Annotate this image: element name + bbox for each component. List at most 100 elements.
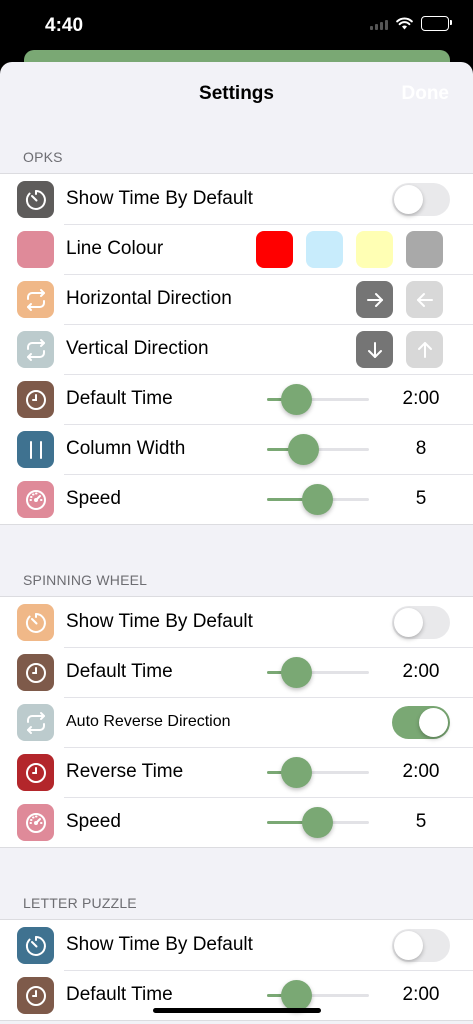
columns-icon — [17, 431, 54, 468]
swatch-blue[interactable] — [306, 231, 343, 268]
wifi-icon — [396, 17, 413, 30]
slider-value: 5 — [415, 488, 427, 509]
settings-row: Column Width 8 — [0, 424, 473, 474]
row-label: Default Time — [66, 661, 173, 682]
slider[interactable] — [267, 434, 369, 465]
slider-thumb[interactable] — [280, 757, 312, 788]
row-label: Line Colour — [66, 238, 164, 259]
swatch-red[interactable] — [256, 231, 293, 268]
section-header: LETTER PUZZLE — [23, 895, 137, 911]
slider[interactable] — [267, 807, 369, 838]
clock-icon — [17, 754, 54, 791]
settings-row: Show Time By Default — [0, 597, 473, 647]
slider-thumb[interactable] — [280, 657, 312, 688]
right-arrow-button[interactable] — [356, 281, 393, 318]
row-label: Horizontal Direction — [66, 288, 232, 309]
repeat-icon — [17, 331, 54, 368]
settings-row: Default Time 2:00 — [0, 374, 473, 424]
row-label: Show Time By Default — [66, 934, 253, 955]
slider[interactable] — [267, 657, 369, 688]
down-arrow-icon — [365, 340, 385, 360]
speedometer-icon — [17, 804, 54, 841]
row-label: Reverse Time — [66, 761, 184, 782]
settings-row: Vertical Direction — [0, 324, 473, 374]
settings-row: Show Time By Default — [0, 174, 473, 224]
slider-thumb[interactable] — [301, 807, 333, 838]
row-label: Show Time By Default — [66, 188, 253, 209]
clock-icon — [17, 977, 54, 1014]
row-label: Speed — [66, 488, 121, 509]
left-arrow-icon — [415, 290, 435, 310]
slider[interactable] — [267, 980, 369, 1011]
section-header: SPINNING WHEEL — [23, 572, 148, 588]
status-icons — [370, 16, 452, 31]
row-label: Vertical Direction — [66, 338, 209, 359]
slider-value: 2:00 — [402, 761, 440, 782]
slider-thumb[interactable] — [280, 384, 312, 415]
settings-sheet: Settings Done OPKS Show Time By Default Li… — [0, 62, 473, 1024]
settings-row: Default Time 2:00 — [0, 647, 473, 697]
done-button[interactable]: Done — [402, 83, 450, 105]
speedometer-icon — [17, 481, 54, 518]
color-swatch-icon — [17, 231, 54, 268]
settings-list: OPKS Show Time By Default Line Colour Horiz… — [0, 126, 473, 1021]
settings-row: Horizontal Direction — [0, 274, 473, 324]
settings-row: Show Time By Default — [0, 920, 473, 970]
slider-value: 2:00 — [402, 388, 440, 409]
row-label: Column Width — [66, 438, 186, 459]
settings-group: Show Time By Default Default Time 2:00 — [0, 919, 473, 1021]
slider-thumb[interactable] — [301, 484, 333, 515]
status-bar: 4:40 — [0, 0, 473, 52]
up-arrow-icon — [415, 340, 435, 360]
toggle-switch[interactable] — [392, 183, 450, 216]
toggle-knob — [394, 931, 423, 960]
cellular-signal-icon — [370, 18, 388, 30]
slider[interactable] — [267, 757, 369, 788]
toggle-switch[interactable] — [392, 706, 450, 739]
toggle-knob — [394, 608, 423, 637]
slider[interactable] — [267, 384, 369, 415]
timer-icon — [17, 927, 54, 964]
repeat-icon — [17, 704, 54, 741]
settings-group: Show Time By Default Default Time 2:00 Auto… — [0, 596, 473, 848]
section-header: OPKS — [23, 149, 63, 165]
settings-row: Speed 5 — [0, 474, 473, 524]
swatch-yellow[interactable] — [356, 231, 393, 268]
slider-value: 2:00 — [402, 984, 440, 1005]
slider-value: 2:00 — [402, 661, 440, 682]
clock-icon — [17, 381, 54, 418]
slider-value: 5 — [415, 811, 427, 832]
repeat-icon — [17, 281, 54, 318]
row-label: Auto Reverse Direction — [66, 713, 231, 730]
row-label: Show Time By Default — [66, 611, 253, 632]
up-arrow-button[interactable] — [406, 331, 443, 368]
right-arrow-icon — [365, 290, 385, 310]
slider-value: 8 — [415, 438, 427, 459]
clock-icon — [17, 654, 54, 691]
timer-icon — [17, 604, 54, 641]
slider-thumb[interactable] — [287, 434, 319, 465]
settings-row: Reverse Time 2:00 — [0, 747, 473, 797]
row-label: Speed — [66, 811, 121, 832]
timer-icon — [17, 181, 54, 218]
settings-group: Show Time By Default Line Colour Horizonta… — [0, 173, 473, 525]
slider-thumb[interactable] — [280, 980, 312, 1011]
settings-row: Line Colour — [0, 224, 473, 274]
home-indicator — [153, 1008, 321, 1013]
toggle-knob — [419, 708, 448, 737]
toggle-switch[interactable] — [392, 929, 450, 962]
navigation-bar: Settings Done — [0, 62, 473, 126]
settings-row: Auto Reverse Direction — [0, 697, 473, 747]
down-arrow-button[interactable] — [356, 331, 393, 368]
status-time: 4:40 — [45, 15, 84, 36]
left-arrow-button[interactable] — [406, 281, 443, 318]
toggle-knob — [394, 185, 423, 214]
swatch-gray[interactable] — [406, 231, 443, 268]
toggle-switch[interactable] — [392, 606, 450, 639]
battery-icon — [421, 16, 452, 31]
settings-row: Speed 5 — [0, 797, 473, 847]
row-label: Default Time — [66, 388, 173, 409]
slider[interactable] — [267, 484, 369, 515]
